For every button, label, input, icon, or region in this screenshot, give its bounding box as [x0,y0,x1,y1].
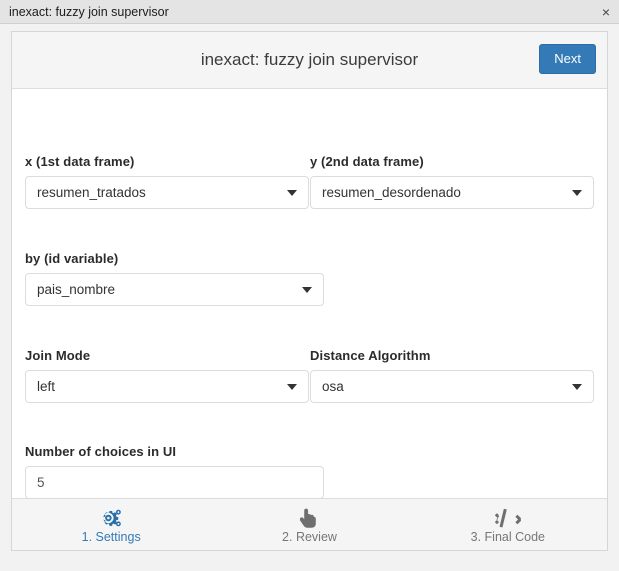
field-label-distance-algorithm: Distance Algorithm [310,348,594,363]
select-y-data-frame[interactable]: resumen_desordenado [310,176,594,209]
cogs-icon [98,507,124,529]
tab-settings-label: 1. Settings [82,531,141,545]
code-icon [495,507,521,529]
page-title: inexact: fuzzy join supervisor [201,50,418,70]
field-distance-algorithm: Distance Algorithm osa [310,348,594,403]
select-x-data-frame[interactable]: resumen_tratados [25,176,309,209]
chevron-down-icon [287,190,297,196]
field-label-number-of-choices: Number of choices in UI [25,444,324,459]
settings-form: x (1st data frame) resumen_tratados y (2… [12,89,607,498]
tab-review[interactable]: 2. Review [210,499,408,550]
next-button[interactable]: Next [539,44,596,74]
field-y-data-frame: y (2nd data frame) resumen_desordenado [310,154,594,209]
field-label-by-id-variable: by (id variable) [25,251,324,266]
panel-header: inexact: fuzzy join supervisor Next [12,32,607,89]
select-distance-algorithm-value: osa [311,379,344,394]
chevron-down-icon [302,287,312,293]
select-by-id-variable[interactable]: pais_nombre [25,273,324,306]
field-label-join-mode: Join Mode [25,348,309,363]
tab-settings[interactable]: 1. Settings [12,499,210,550]
field-number-of-choices: Number of choices in UI [25,444,324,499]
select-x-data-frame-value: resumen_tratados [26,185,146,200]
window-titlebar: inexact: fuzzy join supervisor × [0,0,619,24]
select-distance-algorithm[interactable]: osa [310,370,594,403]
tab-final-code[interactable]: 3. Final Code [409,499,607,550]
tab-review-label: 2. Review [282,531,337,545]
field-label-y-data-frame: y (2nd data frame) [310,154,594,169]
tab-final-code-label: 3. Final Code [471,531,545,545]
select-by-id-variable-value: pais_nombre [26,282,115,297]
hand-pointer-icon [300,507,318,529]
field-label-x-data-frame: x (1st data frame) [25,154,309,169]
select-join-mode-value: left [26,379,55,394]
close-icon[interactable]: × [602,5,619,19]
field-by-id-variable: by (id variable) pais_nombre [25,251,324,306]
wizard-step-nav: 1. Settings 2. Review 3. Final Code [12,498,607,550]
select-y-data-frame-value: resumen_desordenado [311,185,461,200]
window-title: inexact: fuzzy join supervisor [0,5,169,19]
chevron-down-icon [572,384,582,390]
field-join-mode: Join Mode left [25,348,309,403]
chevron-down-icon [572,190,582,196]
chevron-down-icon [287,384,297,390]
main-panel: inexact: fuzzy join supervisor Next x (1… [11,31,608,551]
field-x-data-frame: x (1st data frame) resumen_tratados [25,154,309,209]
select-join-mode[interactable]: left [25,370,309,403]
number-of-choices-input[interactable] [25,466,324,499]
